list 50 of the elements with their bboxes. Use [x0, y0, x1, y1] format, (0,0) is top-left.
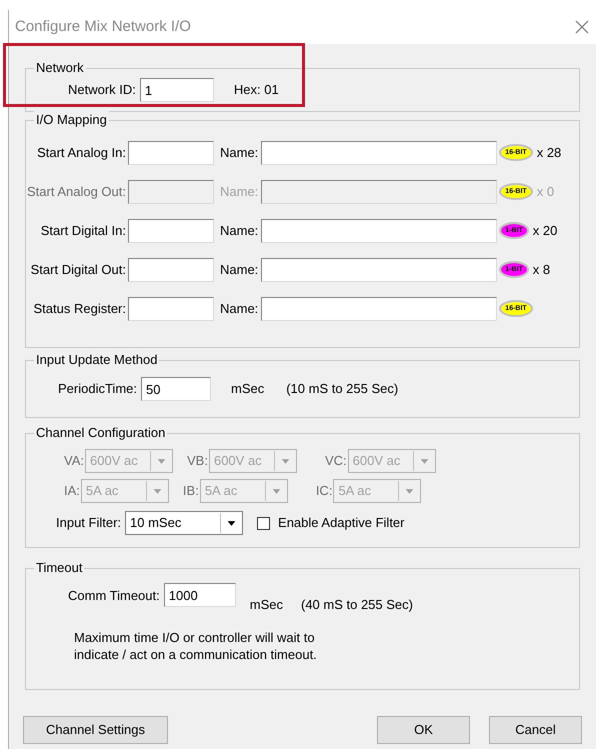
field-label: Start Analog Out:: [26, 182, 126, 201]
field-label: Name:: [220, 222, 258, 240]
text-field[interactable]: [128, 140, 214, 164]
close-icon[interactable]: [574, 19, 590, 35]
checkbox[interactable]: [257, 516, 270, 530]
field-label: IA:: [64, 482, 80, 500]
field-label: VB:: [187, 452, 208, 470]
text-field[interactable]: [128, 296, 214, 320]
field-label: VA:: [64, 452, 84, 470]
window-title: Configure Mix Network I/O: [15, 16, 192, 37]
dropdown[interactable]: 10 mSec: [125, 511, 244, 535]
field-label: Name:: [220, 300, 258, 318]
timeout-note: Maximum time I/O or controller will wait to indicate / act on a communication timeout.: [74, 628, 318, 662]
unit-label: mSec: [250, 596, 283, 614]
text-field[interactable]: 1000: [164, 583, 236, 607]
text-field[interactable]: [261, 140, 498, 164]
field-label: Name:: [220, 144, 258, 162]
count-label: x 20: [532, 222, 558, 240]
field-label: Name:: [220, 260, 258, 279]
range-label: (40 mS to 255 Sec): [300, 596, 413, 614]
dialog-button[interactable]: Cancel: [489, 716, 582, 744]
dialog-button[interactable]: OK: [377, 716, 470, 744]
count-label: x 0: [536, 182, 554, 201]
unit-label: mSec: [230, 380, 264, 398]
field-label: Start Analog In:: [36, 144, 126, 162]
field-label: VC:: [324, 452, 347, 470]
text-field[interactable]: [261, 218, 498, 242]
field-label: Start Digital Out:: [30, 260, 126, 279]
count-label: x 28: [536, 144, 562, 162]
group-title: I/O Mapping: [34, 111, 109, 129]
range-label: (10 mS to 255 Sec): [286, 380, 398, 398]
field-label: Comm Timeout:: [68, 587, 160, 605]
text-field[interactable]: 1: [140, 78, 214, 102]
field-label: IC:: [316, 482, 332, 500]
field-label: IB:: [182, 482, 199, 500]
checkbox-label: Enable Adaptive Filter: [278, 514, 404, 532]
hex-value: Hex: 01: [234, 81, 279, 100]
text-field[interactable]: [261, 296, 498, 320]
field-label: Name:: [220, 182, 258, 201]
count-label: x 8: [532, 260, 550, 279]
field-label: Network ID:: [68, 81, 136, 100]
dialog-button[interactable]: Channel Settings: [23, 716, 168, 744]
field-label: Status Register:: [32, 300, 126, 318]
text-field[interactable]: [128, 218, 214, 242]
field-label: Start Digital In:: [40, 222, 126, 240]
field-label: PeriodicTime:: [58, 380, 137, 398]
text-field[interactable]: [261, 258, 498, 282]
text-field[interactable]: 50: [140, 377, 211, 401]
field-label: Input Filter:: [56, 514, 122, 532]
text-field[interactable]: [128, 258, 214, 282]
